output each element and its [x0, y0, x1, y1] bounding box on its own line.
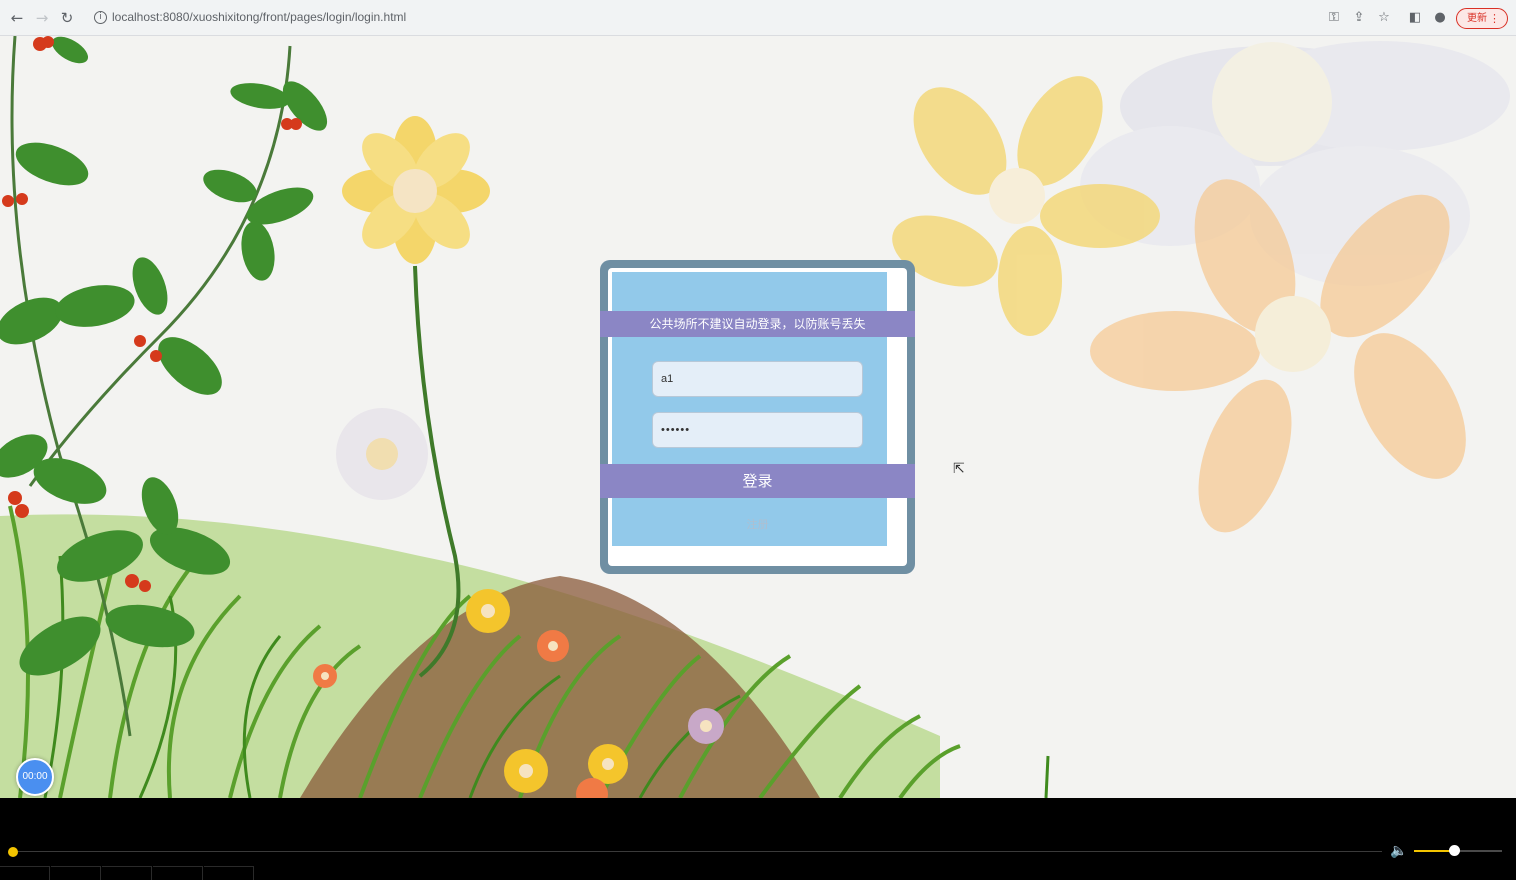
address-bar[interactable]: i localhost:8080/xuoshixitong/front/page… — [86, 5, 1306, 31]
chapter-segment[interactable] — [204, 866, 254, 880]
forward-icon[interactable]: → — [33, 9, 51, 27]
info-icon[interactable]: i — [94, 11, 107, 24]
side-panel-icon[interactable]: ◧ — [1407, 10, 1423, 26]
star-icon[interactable]: ☆ — [1376, 10, 1392, 26]
chapter-segment[interactable] — [102, 866, 152, 880]
update-button[interactable]: 更新 ⋮ — [1456, 8, 1508, 29]
login-panel: 公共场所不建议自动登录，以防账号丢失 a1 •••••• 登录 注册 — [600, 260, 915, 574]
profile-icon[interactable]: ● — [1432, 10, 1448, 26]
progress-handle[interactable] — [8, 847, 18, 857]
key-icon[interactable]: ⚿ — [1326, 10, 1342, 26]
time-badge[interactable]: 00:00 — [16, 758, 54, 796]
volume-fill — [1414, 850, 1454, 852]
volume-handle[interactable] — [1448, 845, 1460, 856]
url-text[interactable]: localhost:8080/xuoshixitong/front/pages/… — [112, 10, 406, 24]
login-button[interactable]: 登录 — [600, 464, 915, 498]
reload-icon[interactable]: ↻ — [58, 9, 76, 27]
progress-track[interactable] — [10, 851, 1382, 852]
yellow-flower-right — [892, 76, 1160, 336]
back-icon[interactable]: ← — [8, 9, 26, 27]
daisy — [336, 408, 428, 500]
mouse-cursor-icon: ⇱ — [953, 461, 965, 477]
chapter-segment[interactable] — [153, 866, 203, 880]
chapter-segment[interactable] — [0, 866, 50, 880]
menu-icon[interactable]: ⋮ — [1489, 9, 1500, 28]
volume-icon[interactable]: 🔈 — [1390, 843, 1407, 859]
register-link[interactable]: 注册 — [600, 516, 915, 532]
auto-login-notice: 公共场所不建议自动登录，以防账号丢失 — [600, 311, 915, 337]
update-label: 更新 — [1467, 13, 1487, 24]
page-viewport: 公共场所不建议自动登录，以防账号丢失 a1 •••••• 登录 注册 ⇱ 00:… — [0, 36, 1516, 798]
video-player-controls: 🔈 — [0, 798, 1516, 880]
chapter-segment[interactable] — [51, 866, 101, 880]
share-icon[interactable]: ⇪ — [1351, 10, 1367, 26]
password-input[interactable]: •••••• — [652, 412, 863, 448]
browser-toolbar: ← → ↻ i localhost:8080/xuoshixitong/fron… — [0, 0, 1516, 36]
yellow-flower-left — [342, 116, 490, 264]
username-input[interactable]: a1 — [652, 361, 863, 397]
